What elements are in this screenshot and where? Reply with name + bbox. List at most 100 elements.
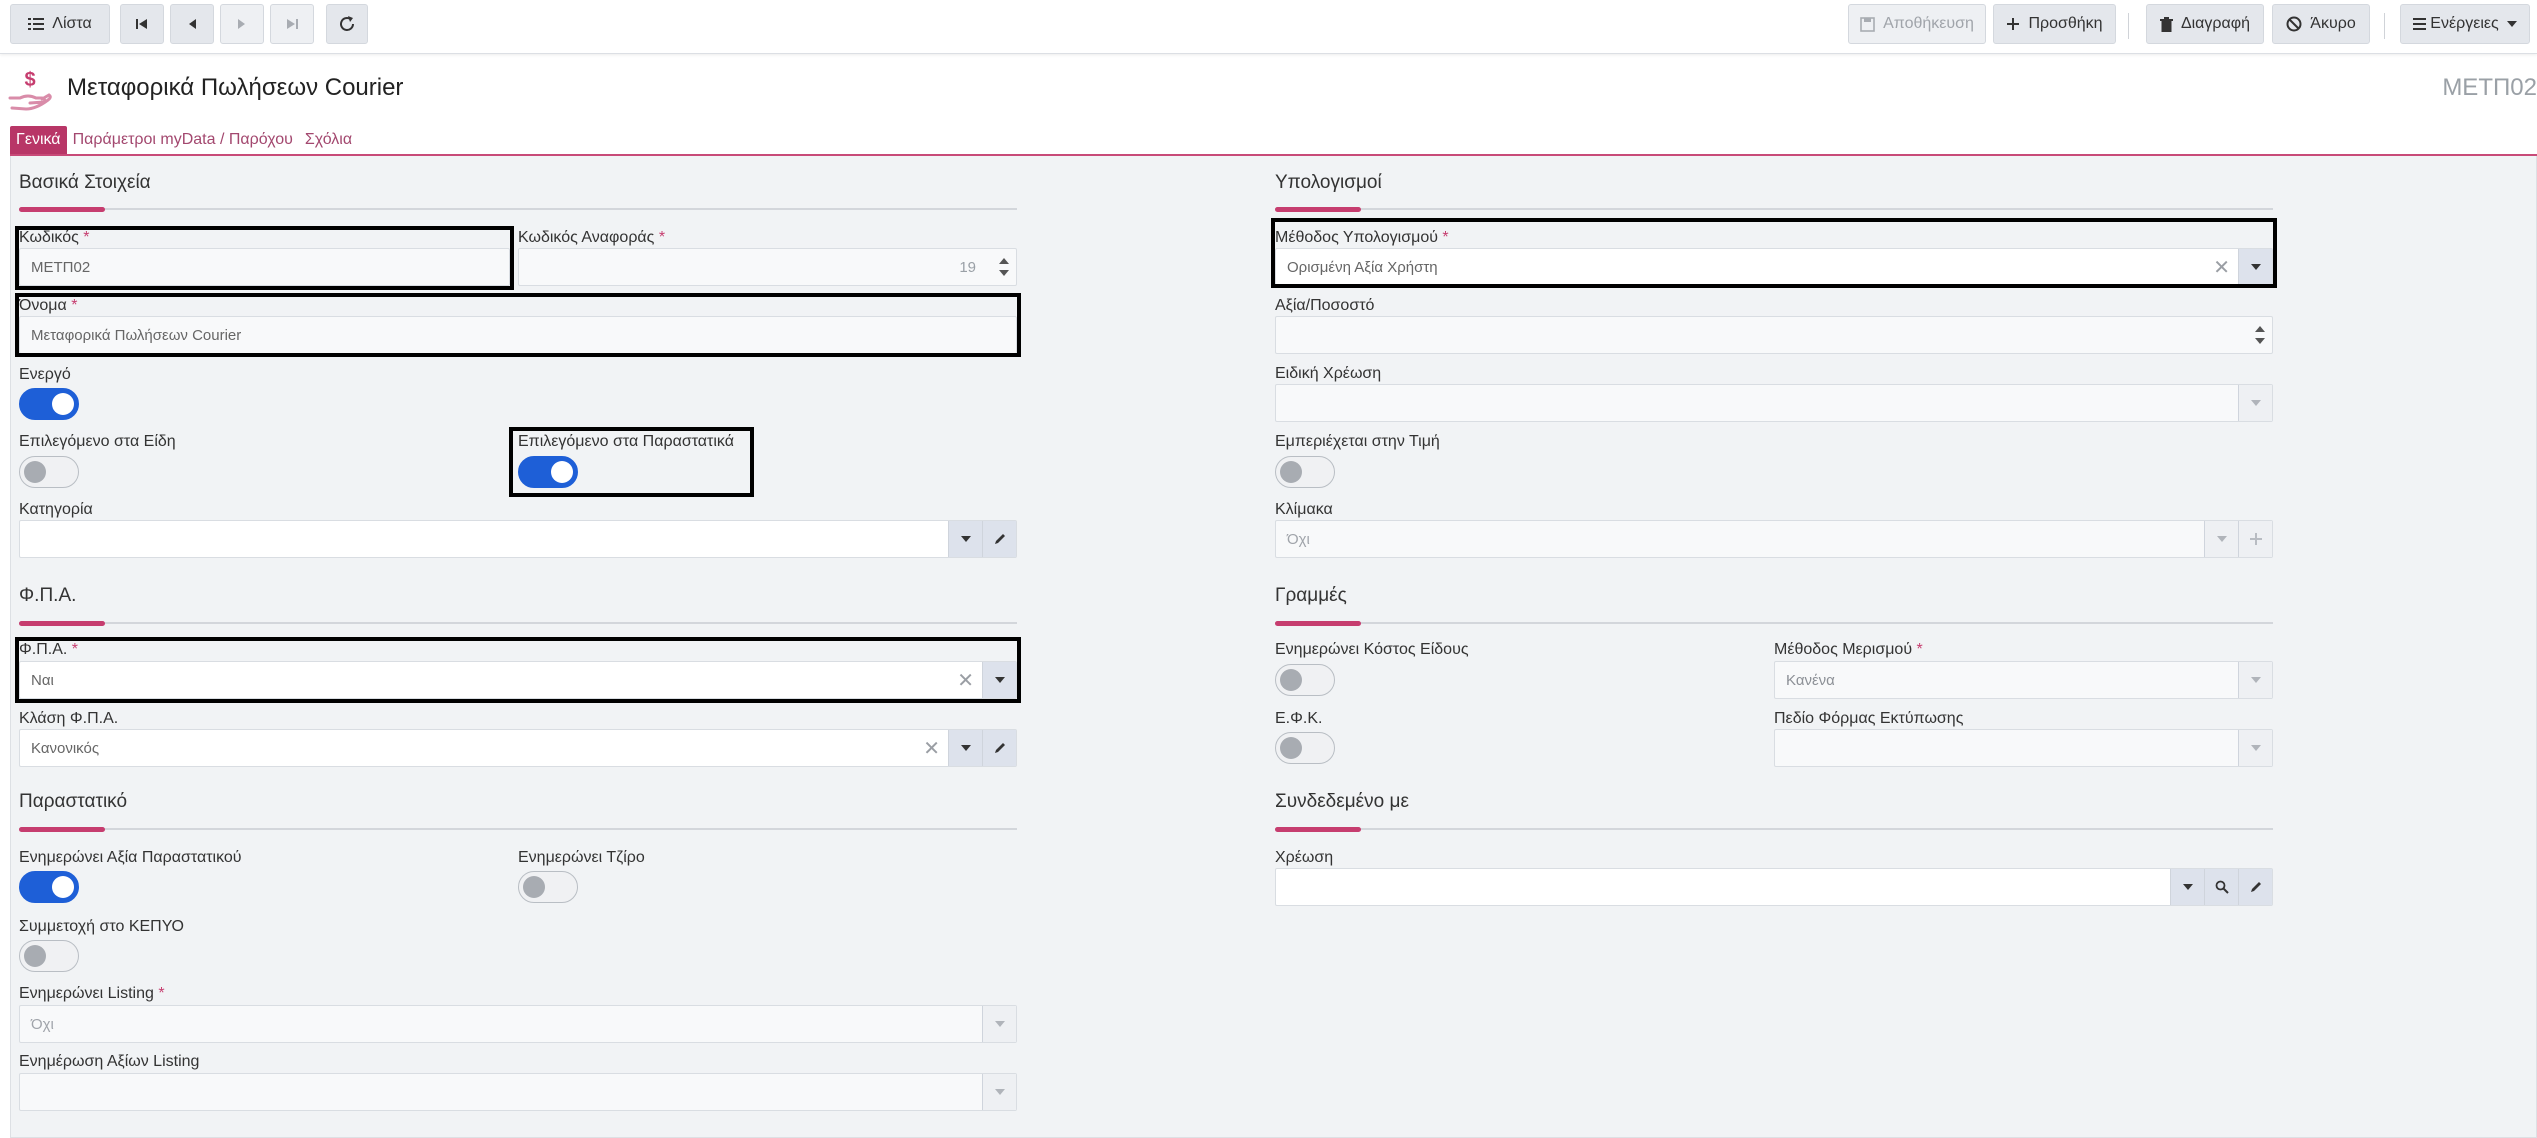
section-title-calculations: Υπολογισμοί <box>1275 172 1382 193</box>
vat-class-edit-button[interactable] <box>982 730 1016 766</box>
search-icon <box>2215 880 2229 894</box>
tab-mydata-params[interactable]: Παράμετροι myData / Παρόχου <box>67 126 299 154</box>
last-record-button[interactable] <box>270 4 314 44</box>
calc-method-dropdown-toggle[interactable] <box>2238 249 2272 285</box>
vat-dropdown-toggle[interactable] <box>982 662 1016 698</box>
chevron-down-icon <box>2250 745 2261 751</box>
actions-menu-button[interactable]: Ενέργειες <box>2400 4 2530 44</box>
category-select[interactable] <box>19 520 1017 558</box>
number-stepper[interactable] <box>992 249 1016 285</box>
section-divider <box>19 622 1017 624</box>
section-accent <box>1275 207 1361 212</box>
skip-first-icon <box>136 19 147 29</box>
clear-icon[interactable]: ✕ <box>957 668 974 693</box>
reference-code-field[interactable]: 19 <box>518 248 1017 286</box>
updates-item-cost-toggle[interactable] <box>1275 664 1335 696</box>
updates-listing-select[interactable]: Όχι <box>19 1005 1017 1043</box>
scale-add-button[interactable] <box>2238 521 2272 557</box>
refresh-button[interactable] <box>326 4 368 44</box>
category-edit-button[interactable] <box>982 521 1016 557</box>
plus-icon <box>2249 533 2262 545</box>
category-label: Κατηγορία <box>19 501 93 518</box>
tab-bar: Γενικά Παράμετροι myData / Παρόχου Σχόλι… <box>10 126 358 154</box>
section-accent <box>19 207 105 212</box>
refresh-icon <box>340 16 354 31</box>
clear-icon[interactable]: ✕ <box>923 736 940 761</box>
updates-doc-value-toggle[interactable] <box>19 871 79 903</box>
updates-listing-label: Ενημερώνει Listing * <box>19 985 165 1002</box>
section-accent <box>19 621 105 626</box>
print-form-field-select[interactable] <box>1774 729 2273 767</box>
code-field[interactable]: ΜΕΤΠ02 <box>19 248 510 286</box>
add-label: Προσθήκη <box>2028 15 2103 32</box>
category-dropdown-toggle[interactable] <box>948 521 982 557</box>
pencil-icon <box>2250 882 2261 892</box>
calc-method-select[interactable]: Ορισμένη Αξία Χρήστη ✕ <box>1275 248 2273 286</box>
form-panel <box>10 156 2537 1138</box>
section-divider <box>1275 828 2273 830</box>
vat-class-dropdown-toggle[interactable] <box>948 730 982 766</box>
vat-class-select[interactable]: Κανονικός ✕ <box>19 729 1017 767</box>
scale-select[interactable]: Όχι <box>1275 520 2273 558</box>
included-in-price-label: Εμπεριέχεται στην Τιμή <box>1275 433 1440 450</box>
chevron-down-icon <box>994 677 1005 683</box>
value-percent-label: Αξία/Ποσοστό <box>1275 297 1375 314</box>
split-method-select[interactable]: Κανένα <box>1774 661 2273 699</box>
cancel-button[interactable]: Άκυρο <box>2272 4 2370 44</box>
charge-dropdown-toggle[interactable] <box>2170 869 2204 905</box>
charge-select[interactable] <box>1275 868 2273 906</box>
save-button[interactable]: Αποθήκευση <box>1848 4 1986 44</box>
caret-down-icon <box>2506 21 2517 27</box>
scale-dropdown-toggle[interactable] <box>2204 521 2238 557</box>
record-code: ΜΕΤΠ02 <box>2442 74 2537 101</box>
hamburger-icon <box>2413 18 2427 30</box>
active-toggle[interactable] <box>19 388 79 420</box>
pencil-icon <box>994 743 1005 753</box>
listing-values-select[interactable] <box>19 1073 1017 1111</box>
next-record-button[interactable] <box>220 4 264 44</box>
charge-edit-button[interactable] <box>2238 869 2272 905</box>
list-button[interactable]: Λίστα <box>10 4 110 44</box>
special-charge-label: Ειδική Χρέωση <box>1275 365 1382 382</box>
kepyo-toggle[interactable] <box>19 940 79 972</box>
add-button[interactable]: Προσθήκη <box>1993 4 2116 44</box>
tab-comments[interactable]: Σχόλια <box>299 126 358 154</box>
number-stepper[interactable] <box>2248 317 2272 353</box>
print-form-field-dropdown-toggle[interactable] <box>2238 730 2272 766</box>
listing-values-dropdown-toggle[interactable] <box>982 1074 1016 1110</box>
chevron-down-icon <box>2182 884 2193 890</box>
updates-listing-dropdown-toggle[interactable] <box>982 1006 1016 1042</box>
chevron-down-icon <box>2250 264 2261 270</box>
special-charge-select[interactable] <box>1275 384 2273 422</box>
delete-button[interactable]: Διαγραφή <box>2146 4 2264 44</box>
caret-right-icon <box>238 19 245 29</box>
section-divider <box>1275 208 2273 210</box>
name-field[interactable]: Μεταφορικά Πωλήσεων Courier <box>19 316 1017 354</box>
included-in-price-toggle[interactable] <box>1275 456 1335 488</box>
updates-turnover-toggle[interactable] <box>518 871 578 903</box>
section-accent <box>1275 621 1361 626</box>
toolbar-separator <box>2128 13 2129 39</box>
selectable-items-toggle[interactable] <box>19 456 79 488</box>
section-title-linked: Συνδεδεμένο με <box>1275 791 1409 812</box>
special-charge-dropdown-toggle[interactable] <box>2238 385 2272 421</box>
section-title-document: Παραστατικό <box>19 791 128 812</box>
clear-icon[interactable]: ✕ <box>2213 255 2230 280</box>
previous-record-button[interactable] <box>170 4 214 44</box>
section-divider <box>19 828 1017 830</box>
actions-label: Ενέργειες <box>2430 15 2499 32</box>
vat-label: Φ.Π.Α. * <box>19 641 79 658</box>
updates-item-cost-label: Ενημερώνει Κόστος Είδους <box>1275 641 1469 658</box>
selectable-docs-toggle[interactable] <box>518 456 578 488</box>
value-percent-field[interactable] <box>1275 316 2273 354</box>
page-title: Μεταφορικά Πωλήσεων Courier <box>67 74 404 101</box>
tab-general[interactable]: Γενικά <box>10 126 67 154</box>
charge-search-button[interactable] <box>2204 869 2238 905</box>
efk-toggle[interactable] <box>1275 732 1335 764</box>
section-accent <box>1275 827 1361 832</box>
first-record-button[interactable] <box>120 4 164 44</box>
active-label: Ενεργό <box>19 366 71 383</box>
name-label: Όνομα * <box>19 297 78 314</box>
vat-select[interactable]: Ναι ✕ <box>19 661 1017 699</box>
split-method-dropdown-toggle[interactable] <box>2238 662 2272 698</box>
